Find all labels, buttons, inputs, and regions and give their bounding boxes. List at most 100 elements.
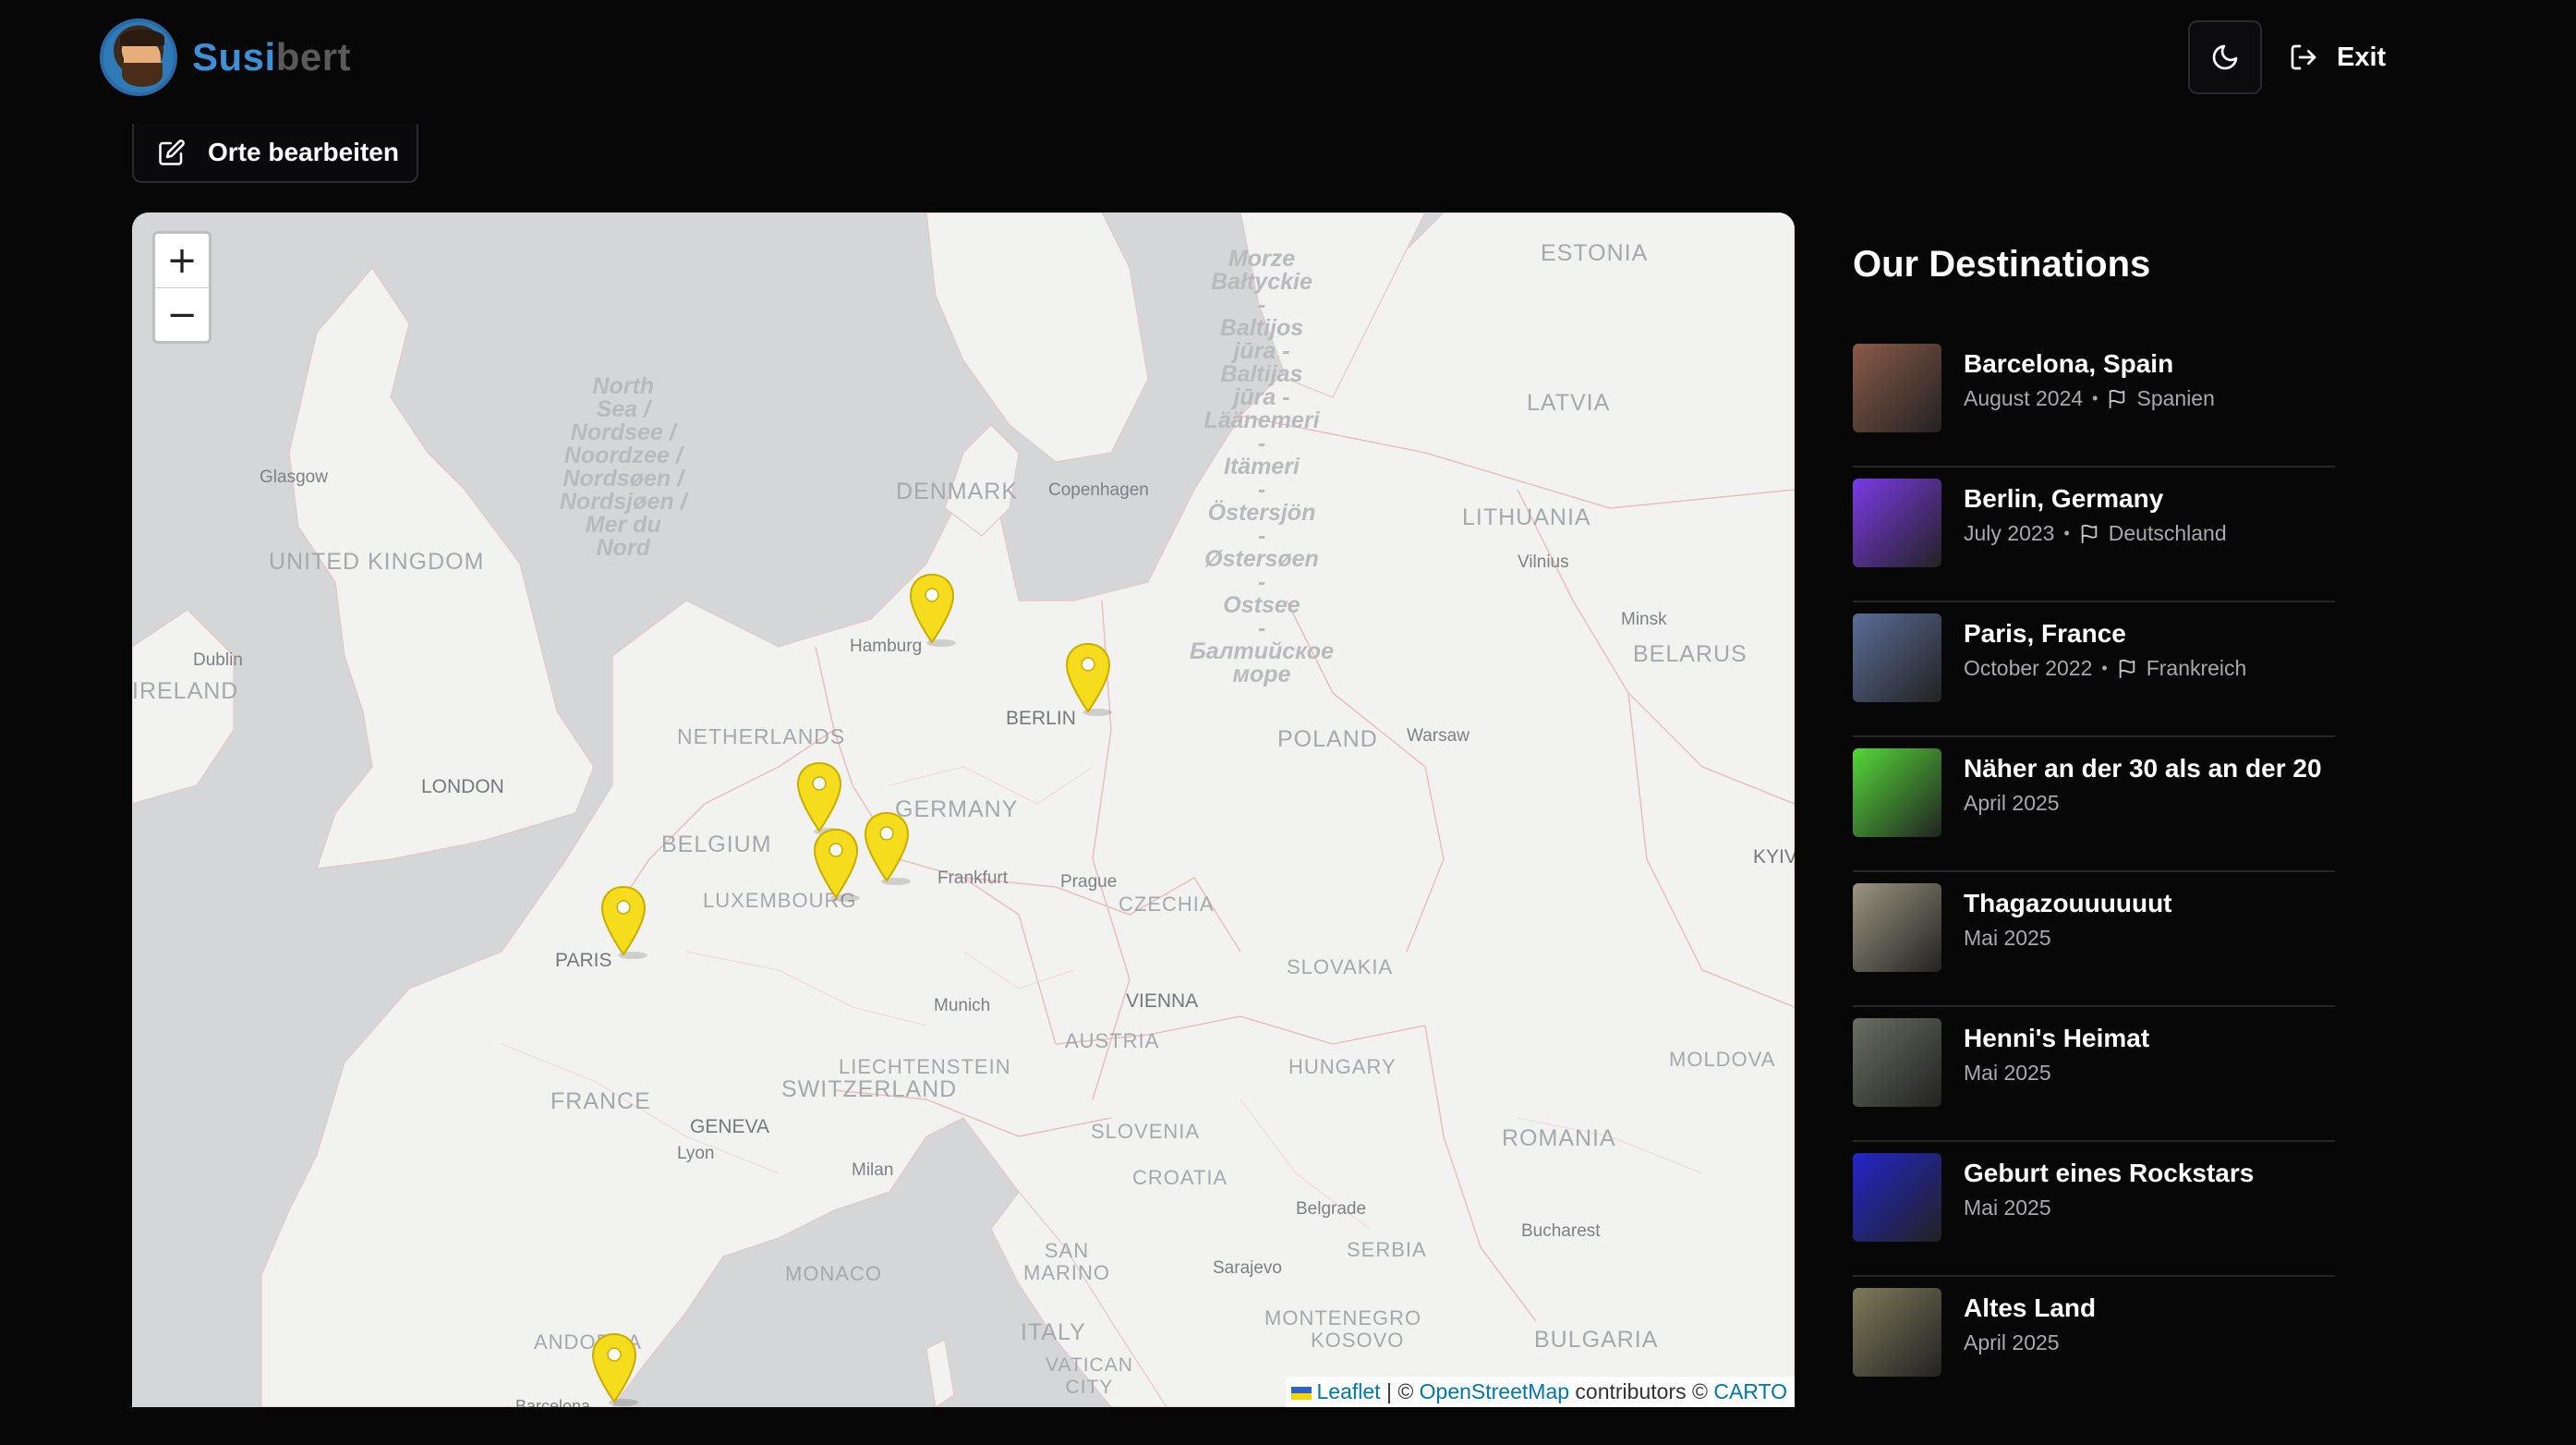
map-label-italy: ITALY [1021,1319,1086,1345]
destination-item[interactable]: Barcelona, Spain August 2024 • Spanien [1853,333,2335,468]
separator-dot: • [2092,389,2098,407]
map-marker-paris[interactable] [599,885,647,959]
map[interactable]: + − ESTONIA LATVIA LITHUANIA BELARUS DEN… [132,212,1795,1407]
brand-suffix: bert [275,35,352,79]
map-label-munich: Munich [934,996,991,1015]
map-label-estonia: ESTONIA [1541,240,1649,266]
map-label-san-marino: SAN MARINO [1023,1239,1110,1284]
destination-country: Frankreich [2146,656,2247,680]
destinations-title: Our Destinations [1853,244,2151,285]
destination-name: Näher an der 30 als an der 20 [1964,754,2322,783]
destination-item[interactable]: Thagazouuuuuut Mai 2025 [1853,872,2335,1007]
flag-icon [2081,524,2098,543]
map-marker-berlin[interactable] [1064,642,1112,716]
map-label-bulgaria: BULGARIA [1534,1327,1659,1353]
map-label-vienna: VIENNA [1126,990,1199,1012]
destination-name: Geburt eines Rockstars [1964,1159,2255,1187]
map-marker-barcelona[interactable] [590,1332,638,1406]
destination-date: Mai 2025 [1964,1196,2051,1220]
brand-logo[interactable]: Susibert [100,18,351,96]
flag-icon [2110,389,2125,408]
zoom-out-button[interactable]: − [155,287,209,341]
map-label-belarus: BELARUS [1633,641,1748,667]
map-label-north-sea: North Sea / Nordsee / Noordzee / Nordsøe… [560,373,687,561]
destinations-list: Barcelona, Spain August 2024 • Spanien Berli… [1853,333,2335,1412]
destination-item[interactable]: Paris, France October 2022 • Frankreich [1853,602,2335,737]
map-marker-koblenz[interactable] [812,828,860,902]
attrib-contributors: contributors © [1569,1379,1714,1403]
osm-link[interactable]: OpenStreetMap [1420,1379,1569,1403]
map-label-austria: AUSTRIA [1065,1029,1160,1052]
destination-name: Altes Land [1964,1293,2097,1322]
exit-button[interactable]: Exit [2289,28,2386,87]
destination-item[interactable]: Geburt eines Rockstars Mai 2025 [1853,1142,2335,1277]
map-label-dublin: Dublin [193,650,243,670]
map-label-vatican: VATICAN CITY [1046,1354,1133,1398]
edit-places-button[interactable]: Orte bearbeiten [132,124,418,183]
map-label-croatia: CROATIA [1132,1166,1228,1189]
destination-date: April 2025 [1964,791,2060,815]
map-label-london: LONDON [421,776,504,797]
destination-item[interactable]: Henni's Heimat Mai 2025 [1853,1007,2335,1142]
map-attribution: Leaflet | © OpenStreetMap contributors ©… [1285,1377,1795,1407]
destination-date: April 2025 [1964,1330,2060,1354]
map-label-barcelona: Barcelona [515,1397,591,1407]
avatar [100,18,177,96]
destination-thumbnail [1853,1288,1941,1377]
destination-item[interactable]: Näher an der 30 als an der 20 April 2025 [1853,737,2335,872]
destination-thumbnail [1853,613,1941,702]
map-label-germany: GERMANY [895,796,1019,822]
map-label-belgrade: Belgrade [1296,1199,1367,1219]
destination-thumbnail [1853,883,1941,972]
map-label-kyiv: KYIV [1753,846,1795,868]
map-label-sarajevo: Sarajevo [1213,1258,1282,1278]
destination-date: August 2024 [1964,386,2084,410]
map-label-glasgow: Glasgow [260,468,328,487]
map-label-prague: Prague [1060,872,1118,892]
map-label-minsk: Minsk [1621,610,1667,629]
map-marker-frankfurt[interactable] [863,811,911,885]
separator-dot: • [2063,524,2070,542]
moon-icon [2212,44,2238,70]
theme-toggle-button[interactable] [2188,20,2262,94]
map-label-geneva: GENEVA [690,1116,769,1137]
destination-date: July 2023 [1964,521,2055,545]
map-label-monaco: MONACO [785,1262,882,1285]
destination-date: Mai 2025 [1964,1061,2051,1085]
exit-label: Exit [2337,42,2387,72]
brand-prefix: Susi [192,35,276,79]
destination-item[interactable]: Altes Land April 2025 [1853,1277,2335,1412]
destination-country: Spanien [2136,386,2215,410]
carto-link[interactable]: CARTO [1713,1379,1787,1403]
destination-name: Henni's Heimat [1964,1024,2150,1052]
destination-item[interactable]: Berlin, Germany July 2023 • Deutschland [1853,468,2335,602]
map-label-serbia: SERBIA [1347,1238,1427,1261]
zoom-control: + − [152,231,212,344]
map-label-romania: ROMANIA [1502,1125,1616,1151]
destination-thumbnail [1853,1018,1941,1107]
map-label-ireland: IRELAND [132,678,239,704]
map-label-milan: Milan [852,1160,894,1180]
map-marker-cologne[interactable] [795,761,843,835]
destination-country: Deutschland [2108,521,2227,545]
map-label-poland: POLAND [1277,726,1378,752]
destination-name: Paris, France [1964,619,2126,648]
ukraine-flag-icon [1290,1386,1312,1400]
edit-places-label: Orte bearbeiten [208,138,399,166]
destination-thumbnail [1853,1153,1941,1242]
destination-thumbnail [1853,479,1941,567]
map-label-lyon: Lyon [677,1144,715,1163]
map-label-france: FRANCE [550,1088,651,1114]
map-label-slovenia: SLOVENIA [1091,1120,1201,1143]
leaflet-link[interactable]: Leaflet [1317,1379,1381,1403]
map-label-belgium: BELGIUM [661,832,772,857]
map-label-switzerland: SWITZERLAND [781,1076,958,1102]
zoom-in-button[interactable]: + [155,234,209,287]
destination-name: Barcelona, Spain [1964,349,2174,378]
map-marker-hamburg[interactable] [908,573,956,647]
map-label-frankfurt: Frankfurt [937,868,1009,888]
map-label-warsaw: Warsaw [1407,726,1469,746]
map-label-bucharest: Bucharest [1521,1221,1601,1241]
destination-name: Thagazouuuuuut [1964,889,2172,917]
map-label-slovakia: SLOVAKIA [1287,955,1394,978]
